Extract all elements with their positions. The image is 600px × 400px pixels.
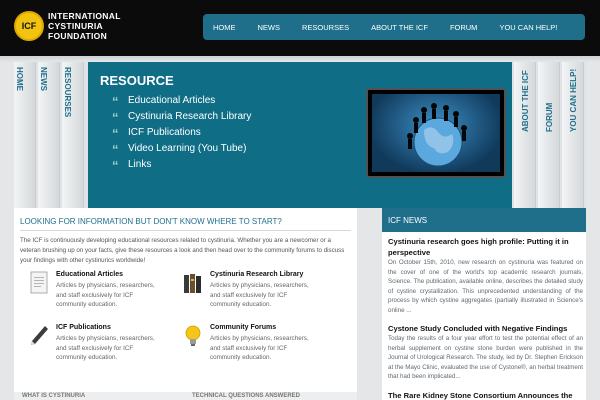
side-tab-resources[interactable]: RESOURSES: [62, 62, 84, 208]
books-icon: [184, 274, 201, 293]
logo-text: INTERNATIONAL CYSTINURIA FOUNDATION: [48, 11, 121, 41]
nav-news[interactable]: NEWS: [258, 23, 281, 32]
side-tab-home[interactable]: HOME: [14, 62, 36, 208]
news-title[interactable]: Cystone Study Concluded with Negative Fi…: [388, 323, 583, 334]
side-tab-help[interactable]: YOU CAN HELP!: [562, 62, 584, 208]
resource-list: “Educational Articles “Cystinuria Resear…: [112, 92, 251, 173]
quote-icon: “: [112, 158, 119, 173]
side-tab-about[interactable]: ABOUT THE ICF: [514, 62, 536, 208]
nav-help[interactable]: YOU CAN HELP!: [499, 23, 557, 32]
main-nav: HOME NEWS RESOURSES ABOUT THE ICF FORUM …: [203, 14, 585, 40]
resource-link[interactable]: “Educational Articles: [112, 92, 251, 109]
news-body: On October 15th, 2010, new research on c…: [388, 259, 583, 314]
resource-link[interactable]: “Cystinuria Research Library: [112, 108, 251, 125]
side-tab-news[interactable]: NEWS: [38, 62, 60, 208]
nav-about[interactable]: ABOUT THE ICF: [371, 23, 428, 32]
side-tab-forum[interactable]: FORUM: [538, 62, 560, 208]
divider: [20, 230, 351, 231]
resource-title: RESOURCE: [100, 73, 174, 88]
news-title[interactable]: Cystinuria research goes high profile: P…: [388, 236, 583, 258]
news-header: ICF NEWS: [382, 208, 586, 232]
news-item: Cystone Study Concluded with Negative Fi…: [388, 323, 583, 382]
resource-banner: HOME NEWS RESOURSES RESOURCE “Educationa…: [14, 62, 586, 208]
resource-link[interactable]: “ICF Publications: [112, 124, 251, 141]
logo-badge: ICF: [14, 11, 44, 41]
quote-icon: “: [112, 126, 119, 141]
quote-icon: “: [112, 142, 119, 157]
news-body: Today the results of a four year effort …: [388, 335, 583, 381]
globe-people-icon: [407, 103, 467, 167]
info-section: LOOKING FOR INFORMATION BUT DON'T KNOW W…: [14, 208, 357, 400]
intro-text: The ICF is continuously developing educa…: [20, 237, 345, 264]
nav-resources[interactable]: RESOURSES: [302, 23, 349, 32]
section-title: LOOKING FOR INFORMATION BUT DON'T KNOW W…: [20, 217, 282, 226]
news-item: The Rare Kidney Stone Consortium Announc…: [388, 390, 583, 400]
globe-monitor-image: [366, 88, 506, 178]
nav-home[interactable]: HOME: [213, 23, 236, 32]
quote-icon: “: [112, 110, 119, 125]
news-title[interactable]: The Rare Kidney Stone Consortium Announc…: [388, 390, 583, 400]
site-header: ICF INTERNATIONAL CYSTINURIA FOUNDATION …: [0, 0, 600, 56]
document-icon: [30, 271, 48, 294]
news-section: ICF NEWS Cystinuria research goes high p…: [382, 208, 586, 400]
quote-icon: “: [112, 94, 119, 109]
nav-forum[interactable]: FORUM: [450, 23, 478, 32]
resource-link[interactable]: “Links: [112, 156, 251, 173]
pen-icon: [31, 326, 48, 345]
news-item: Cystinuria research goes high profile: P…: [388, 236, 583, 316]
icf-logo[interactable]: ICF INTERNATIONAL CYSTINURIA FOUNDATION: [14, 11, 121, 41]
resource-panel: RESOURCE “Educational Articles “Cystinur…: [88, 62, 512, 208]
resource-link[interactable]: “Video Learning (You Tube): [112, 140, 251, 157]
lightbulb-icon: [185, 325, 201, 346]
bottom-headings: WHAT IS CYSTINURIA TECHNICAL QUESTIONS A…: [14, 392, 357, 400]
